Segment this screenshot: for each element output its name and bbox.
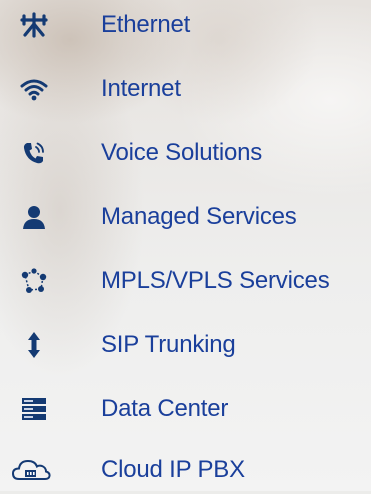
cloud-pbx-icon bbox=[10, 455, 52, 485]
menu-item-label: SIP Trunking bbox=[101, 331, 236, 358]
menu-item-label: Cloud IP PBX bbox=[101, 456, 245, 483]
menu-item-cloud-ip-pbx[interactable]: Cloud IP PBX bbox=[0, 446, 371, 494]
menu-item-label: MPLS/VPLS Services bbox=[101, 267, 330, 294]
menu-item-voice-solutions[interactable]: Voice Solutions bbox=[0, 129, 371, 177]
menu-item-sip-trunking[interactable]: SIP Trunking bbox=[0, 321, 371, 369]
user-icon bbox=[18, 202, 50, 232]
phone-icon bbox=[18, 138, 50, 168]
menu-item-label: Data Center bbox=[101, 395, 229, 422]
services-menu: Ethernet Internet Voice Solutions Manage… bbox=[0, 0, 371, 491]
menu-item-label: Managed Services bbox=[101, 203, 297, 230]
menu-item-mpls-vpls-services[interactable]: MPLS/VPLS Services bbox=[0, 257, 371, 305]
updown-arrow-icon bbox=[18, 330, 50, 360]
wifi-icon bbox=[18, 74, 50, 104]
menu-item-ethernet[interactable]: Ethernet bbox=[0, 1, 371, 49]
menu-item-label: Ethernet bbox=[101, 11, 191, 38]
menu-item-data-center[interactable]: Data Center bbox=[0, 385, 371, 433]
network-icon bbox=[18, 266, 50, 296]
server-icon bbox=[18, 394, 50, 424]
menu-item-label: Voice Solutions bbox=[101, 139, 263, 166]
ethernet-icon bbox=[18, 10, 50, 40]
menu-item-label: Internet bbox=[101, 75, 181, 102]
menu-item-managed-services[interactable]: Managed Services bbox=[0, 193, 371, 241]
menu-item-internet[interactable]: Internet bbox=[0, 65, 371, 113]
